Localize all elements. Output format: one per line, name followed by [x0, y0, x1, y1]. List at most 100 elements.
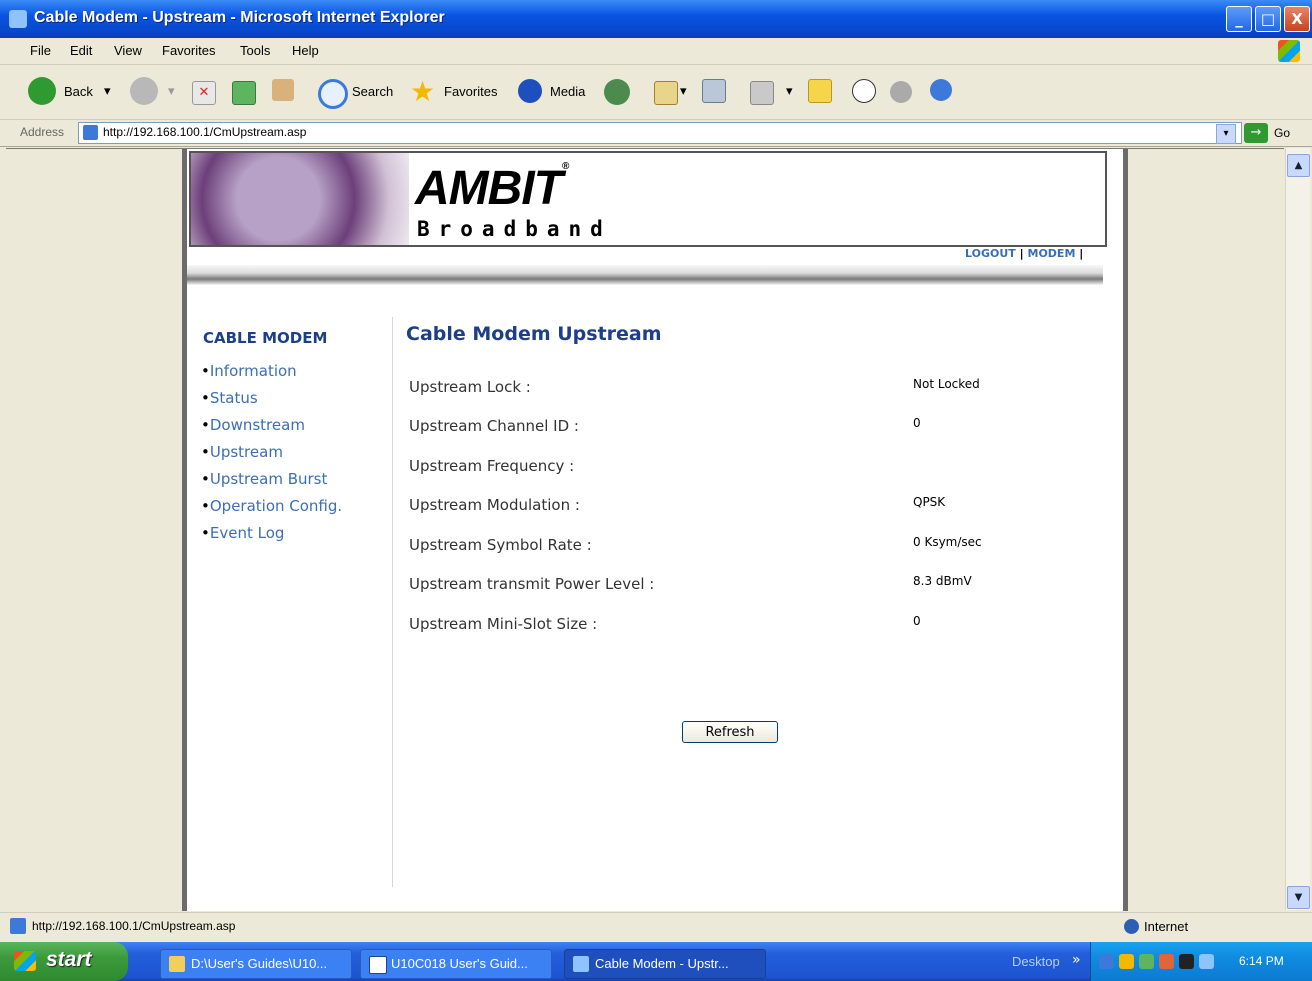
field-value-symbol-rate: 0 Ksym/sec: [913, 535, 982, 549]
refresh-icon[interactable]: [232, 81, 256, 105]
taskbar-item-word[interactable]: U10C018 User's Guid...: [360, 949, 552, 979]
field-value-modulation: QPSK: [913, 495, 946, 509]
go-arrow-icon[interactable]: →: [1244, 123, 1268, 143]
media-button[interactable]: Media: [550, 84, 585, 99]
folder-icon: [169, 956, 185, 972]
menu-view[interactable]: View: [114, 43, 142, 58]
field-label-modulation: Upstream Modulation :: [409, 496, 580, 514]
scroll-down-icon[interactable]: ▼: [1287, 886, 1310, 909]
edit-dropdown-icon[interactable]: ▾: [786, 83, 793, 99]
close-button[interactable]: X: [1284, 6, 1310, 32]
web-page: AMBIT® Broadband LOGOUT | MODEM | CABLE …: [182, 149, 1128, 911]
history-icon[interactable]: [604, 79, 630, 105]
media-icon[interactable]: [518, 79, 542, 103]
top-links: LOGOUT | MODEM |: [965, 247, 1084, 260]
menu-file[interactable]: File: [30, 43, 51, 58]
browser-viewport: AMBIT® Broadband LOGOUT | MODEM | CABLE …: [6, 148, 1284, 911]
taskbar: start D:\User's Guides\U10... U10C018 Us…: [0, 942, 1312, 981]
field-label-mini-slot-size: Upstream Mini-Slot Size :: [409, 615, 598, 633]
address-dropdown-icon[interactable]: ▾: [1216, 124, 1236, 144]
sidebar-item-information[interactable]: •Information: [201, 362, 297, 380]
field-label-channel-id: Upstream Channel ID :: [409, 417, 579, 435]
back-arrow-icon[interactable]: [28, 77, 56, 105]
tray-icon-5[interactable]: [1199, 954, 1214, 969]
sidebar-item-status[interactable]: •Status: [201, 389, 258, 407]
toolbar: Back ▾ ▾ ✕ Search ★ Favorites Media ▾ ▾: [0, 65, 1312, 120]
minimize-button[interactable]: _: [1226, 6, 1252, 32]
globe-image: [191, 153, 409, 245]
address-label: Address: [20, 125, 65, 139]
header-banner: AMBIT® Broadband: [189, 151, 1107, 247]
favorites-button[interactable]: Favorites: [444, 84, 497, 99]
field-value-power-level: 8.3 dBmV: [913, 574, 972, 588]
mail-icon[interactable]: [654, 81, 678, 105]
mail-dropdown-icon[interactable]: ▾: [680, 83, 687, 99]
field-label-symbol-rate: Upstream Symbol Rate :: [409, 536, 592, 554]
field-label-frequency: Upstream Frequency :: [409, 457, 575, 475]
address-url[interactable]: http://192.168.100.1/CmUpstream.asp: [103, 125, 306, 139]
internet-zone-icon: [1124, 919, 1139, 934]
menu-bar: File Edit View Favorites Tools Help: [0, 38, 1312, 65]
window-title: Cable Modem - Upstream - Microsoft Inter…: [34, 9, 445, 26]
field-label-upstream-lock: Upstream Lock :: [409, 378, 531, 396]
menu-edit[interactable]: Edit: [70, 43, 92, 58]
column-divider: [392, 317, 393, 887]
back-button[interactable]: Back: [64, 84, 93, 99]
search-button[interactable]: Search: [352, 84, 393, 99]
taskbar-item-ie[interactable]: Cable Modem - Upstr...: [564, 949, 766, 979]
discuss-icon[interactable]: [808, 79, 832, 103]
address-input[interactable]: http://192.168.100.1/CmUpstream.asp: [78, 122, 1242, 144]
tray-icon-4[interactable]: [1179, 954, 1194, 969]
maximize-button[interactable]: □: [1255, 6, 1281, 32]
modem-link[interactable]: MODEM: [1028, 247, 1076, 260]
stop-icon[interactable]: ✕: [192, 81, 216, 105]
search-icon[interactable]: [318, 79, 348, 109]
menu-help[interactable]: Help: [292, 43, 319, 58]
home-icon[interactable]: [272, 79, 294, 101]
word-icon: [369, 956, 387, 974]
status-bar: http://192.168.100.1/CmUpstream.asp Inte…: [0, 912, 1312, 939]
vertical-scrollbar[interactable]: ▲ ▼: [1285, 148, 1310, 910]
forward-dropdown-icon[interactable]: ▾: [168, 83, 175, 99]
menu-favorites[interactable]: Favorites: [162, 43, 215, 58]
address-bar: Address http://192.168.100.1/CmUpstream.…: [0, 120, 1312, 147]
field-label-power-level: Upstream transmit Power Level :: [409, 575, 655, 593]
page-icon: [83, 125, 98, 140]
tray-arrow-icon[interactable]: [1099, 954, 1114, 969]
edit-icon[interactable]: [750, 81, 774, 105]
system-tray: 6:14 PM: [1090, 942, 1312, 981]
start-button[interactable]: start: [0, 942, 128, 981]
favorites-star-icon[interactable]: ★: [410, 75, 435, 108]
sidebar-item-event-log[interactable]: •Event Log: [201, 524, 284, 542]
users-icon[interactable]: [930, 79, 952, 101]
windows-flag-icon: [14, 951, 36, 971]
taskbar-item-folder[interactable]: D:\User's Guides\U10...: [160, 949, 352, 979]
sidebar-item-upstream[interactable]: •Upstream: [201, 443, 283, 461]
forward-arrow-icon[interactable]: [130, 77, 158, 105]
print-icon[interactable]: [702, 79, 726, 103]
research-icon[interactable]: [852, 79, 876, 103]
tray-icon-2[interactable]: [1139, 954, 1154, 969]
ie-icon: [9, 10, 27, 28]
security-zone: Internet: [1144, 919, 1189, 934]
clock: 6:14 PM: [1239, 954, 1284, 968]
sidebar-title: CABLE MODEM: [203, 329, 328, 347]
back-dropdown-icon[interactable]: ▾: [104, 83, 111, 99]
tray-icon-3[interactable]: [1159, 954, 1174, 969]
sidebar-item-operation-config[interactable]: •Operation Config.: [201, 497, 342, 515]
desktop-toolbar-label[interactable]: Desktop: [1012, 954, 1060, 969]
logout-link[interactable]: LOGOUT: [965, 247, 1016, 260]
messenger-icon[interactable]: [890, 81, 912, 103]
tray-icon-1[interactable]: [1119, 954, 1134, 969]
menu-tools[interactable]: Tools: [240, 43, 270, 58]
sidebar-item-upstream-burst[interactable]: •Upstream Burst: [201, 470, 327, 488]
scroll-up-icon[interactable]: ▲: [1287, 154, 1310, 177]
ie-task-icon: [573, 956, 589, 972]
go-button[interactable]: Go: [1274, 126, 1290, 140]
chevron-icon[interactable]: »: [1072, 952, 1081, 968]
ambit-logo: AMBIT®: [415, 161, 569, 215]
sidebar-item-downstream[interactable]: •Downstream: [201, 416, 305, 434]
refresh-button[interactable]: Refresh: [682, 721, 778, 743]
field-value-channel-id: 0: [913, 416, 921, 430]
field-value-mini-slot-size: 0: [913, 614, 921, 628]
